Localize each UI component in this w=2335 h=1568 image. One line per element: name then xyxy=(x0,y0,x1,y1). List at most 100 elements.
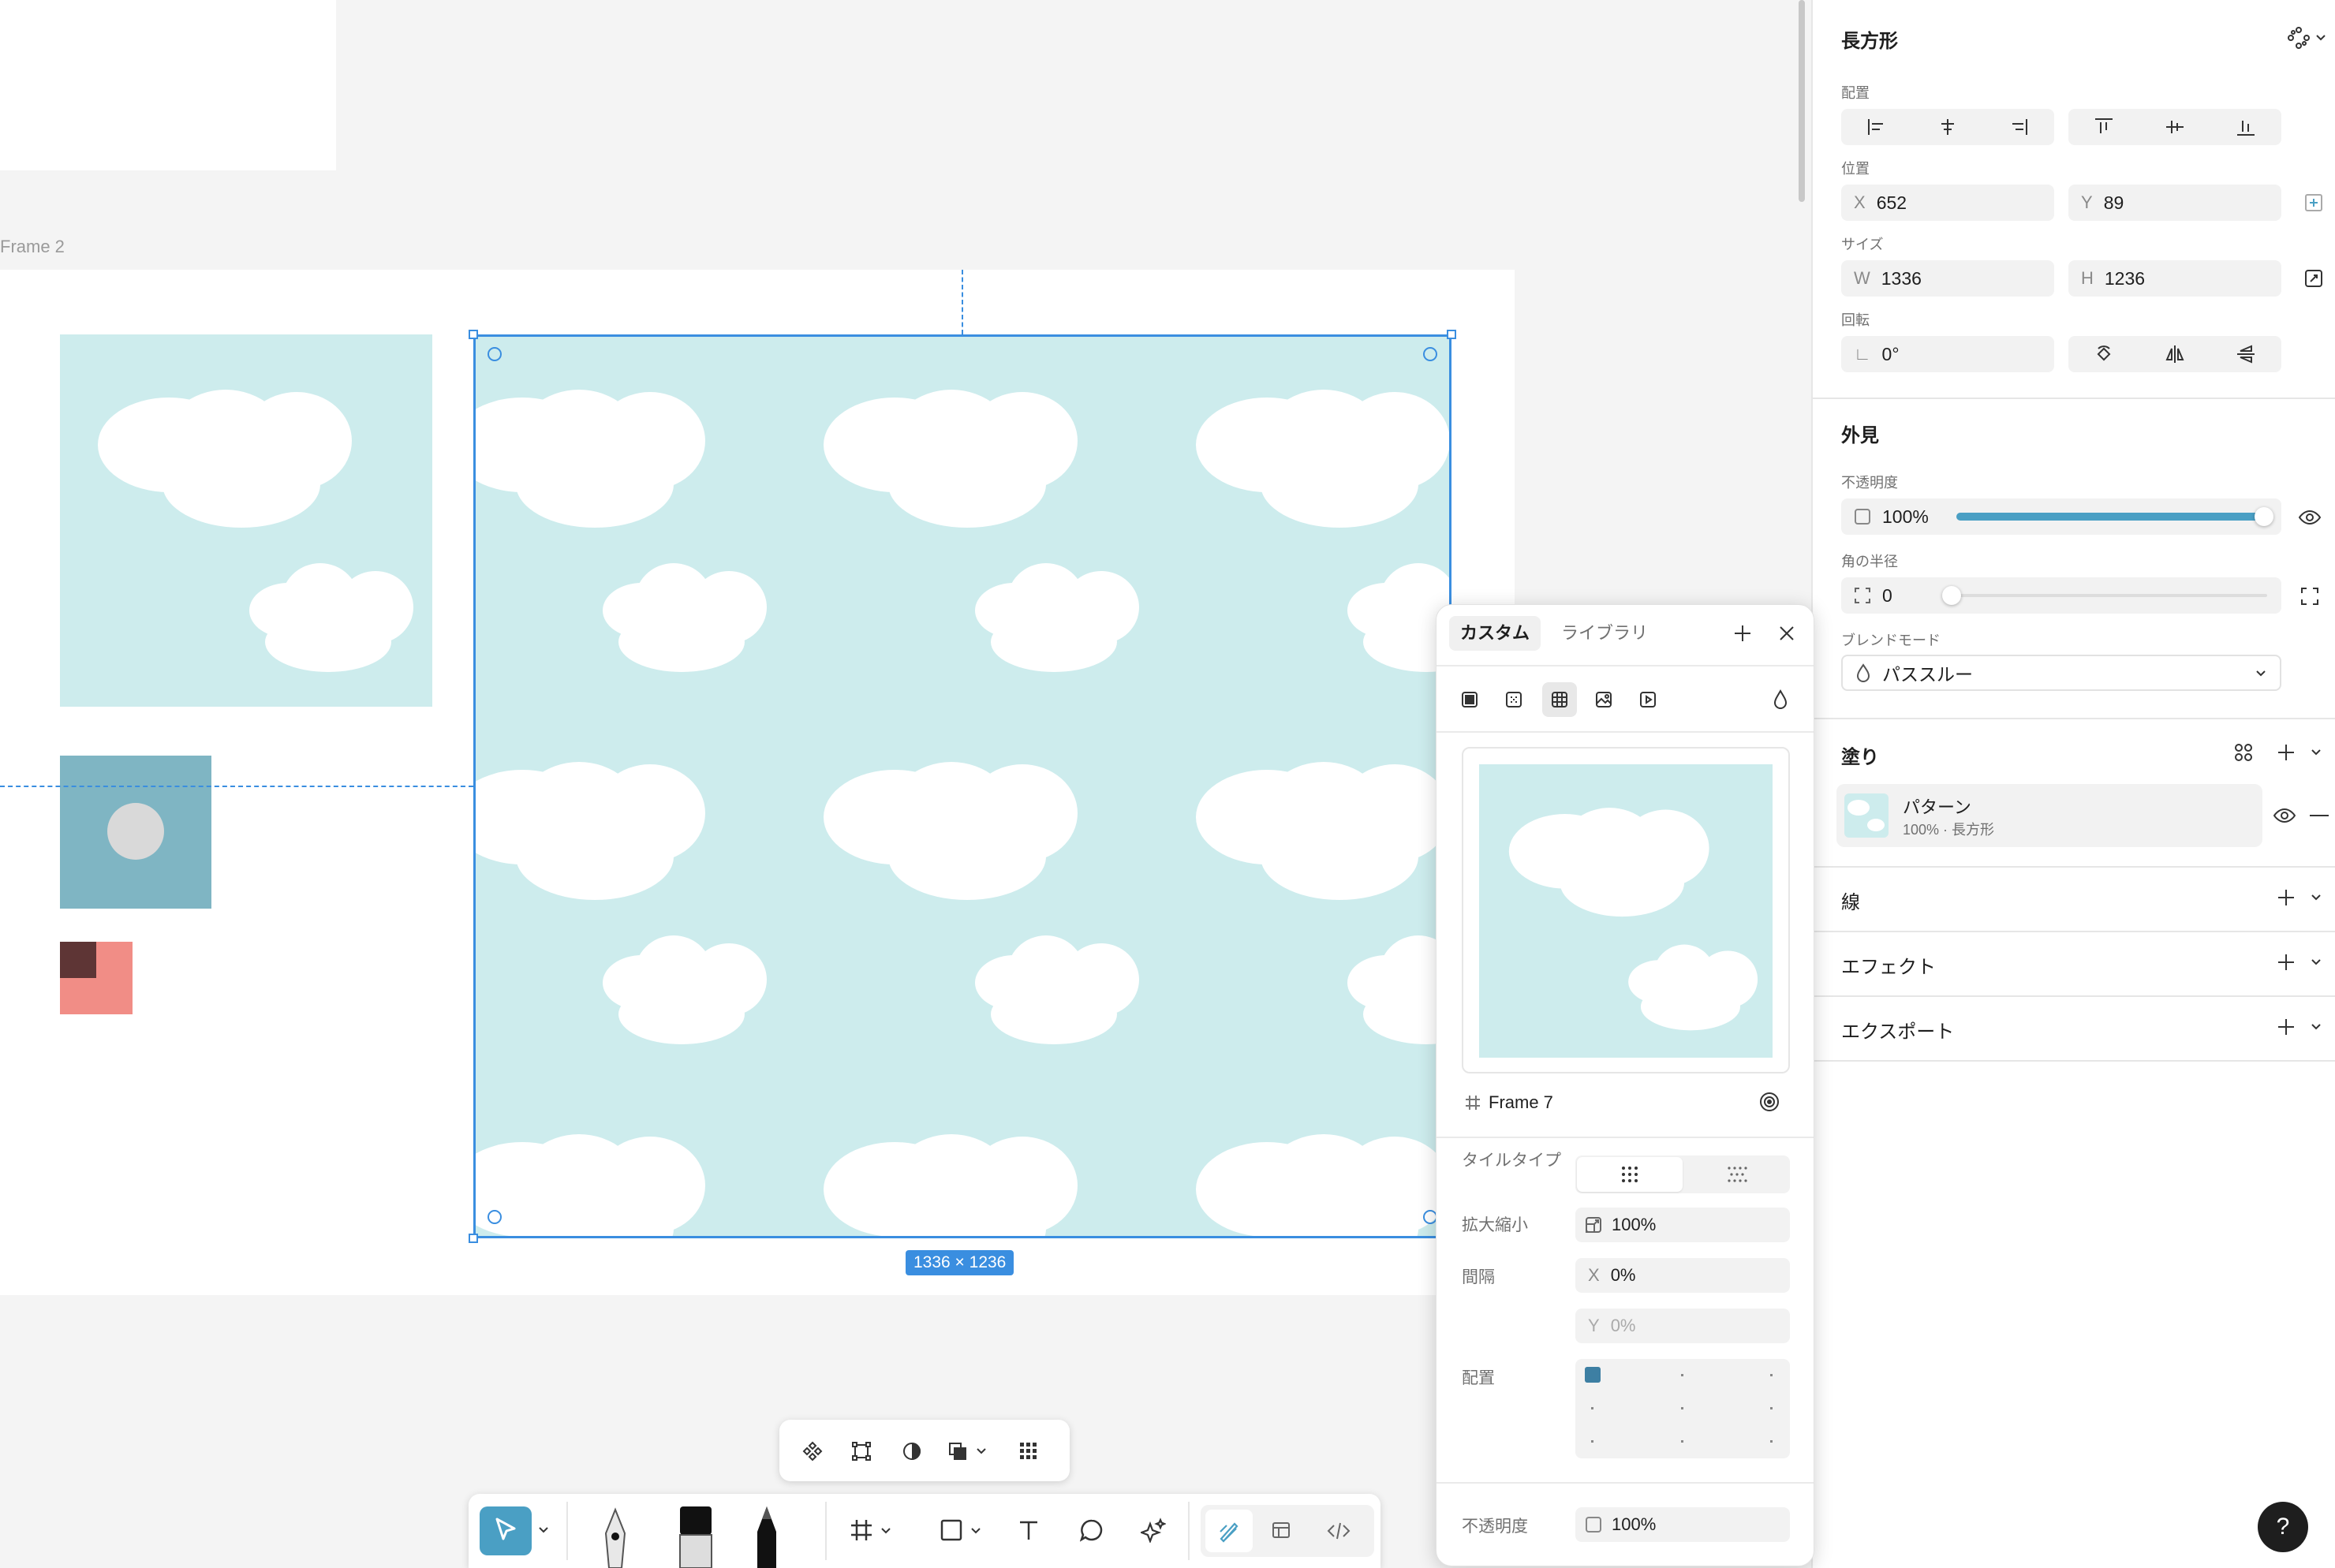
tab-library[interactable]: ライブラリ xyxy=(1561,616,1648,651)
image-fill-icon[interactable] xyxy=(1588,684,1620,715)
independent-corners-icon[interactable] xyxy=(2296,582,2324,610)
ai-sparkle-icon[interactable] xyxy=(1138,1514,1169,1546)
radius-slider-knob[interactable] xyxy=(1942,586,1961,605)
align-middle-right-cell[interactable] xyxy=(1770,1407,1773,1409)
add-export-icon[interactable] xyxy=(2272,1013,2300,1041)
draw-mode-icon[interactable] xyxy=(1205,1510,1253,1552)
align-top-right-cell[interactable] xyxy=(1770,1374,1773,1376)
align-right-icon[interactable] xyxy=(1983,109,2054,145)
chevron-down-icon[interactable] xyxy=(877,1522,895,1540)
add-fill-icon[interactable] xyxy=(2272,738,2300,767)
corner-radius-handle-bl[interactable] xyxy=(488,1210,502,1224)
mask-icon[interactable] xyxy=(896,1435,928,1467)
corner-radius-handle-tl[interactable] xyxy=(488,347,502,361)
comment-tool-icon[interactable] xyxy=(1076,1514,1108,1546)
chevron-down-icon[interactable] xyxy=(2308,890,2324,905)
chevron-down-icon[interactable] xyxy=(2313,30,2329,46)
opacity-control[interactable]: 100% xyxy=(1841,498,2281,535)
align-bottom-center-cell[interactable] xyxy=(1681,1440,1683,1443)
spacing-y-field[interactable]: Y 0% xyxy=(1575,1309,1790,1343)
frame-label[interactable]: Frame 2 xyxy=(0,237,65,257)
resize-handle-bl[interactable] xyxy=(469,1234,478,1243)
resize-mode-icon[interactable] xyxy=(2300,265,2327,292)
align-center-cell[interactable] xyxy=(1681,1407,1683,1409)
pen-tool-icon[interactable] xyxy=(598,1505,633,1568)
rectangle-tool-icon[interactable] xyxy=(936,1514,967,1546)
target-icon[interactable] xyxy=(1754,1086,1785,1118)
chevron-down-icon[interactable] xyxy=(972,1439,991,1464)
spacing-x-field[interactable]: X 0% xyxy=(1575,1258,1790,1293)
source-frame-name[interactable]: Frame 7 xyxy=(1489,1092,1553,1113)
tab-custom[interactable]: カスタム xyxy=(1449,616,1541,651)
align-bottom-left-cell[interactable] xyxy=(1591,1440,1593,1443)
chevron-down-icon[interactable] xyxy=(2308,745,2324,760)
x-position-field[interactable]: X 652 xyxy=(1841,185,2054,221)
dev-mode-icon[interactable] xyxy=(1321,1513,1357,1549)
remove-fill-icon[interactable] xyxy=(2305,801,2333,830)
pattern-fill-icon[interactable] xyxy=(1542,682,1577,717)
tile-grid-icon[interactable] xyxy=(1577,1157,1683,1192)
fill-item-pattern[interactable]: パターン 100% · 長方形 xyxy=(1836,784,2262,847)
chevron-down-icon[interactable] xyxy=(2308,954,2324,970)
radius-slider-track[interactable] xyxy=(1942,586,2267,605)
height-field[interactable]: H 1236 xyxy=(2068,260,2281,297)
rotate-90-icon[interactable] xyxy=(2068,336,2139,372)
flip-horizontal-icon[interactable] xyxy=(2139,336,2210,372)
scale-field[interactable]: 100% xyxy=(1575,1208,1790,1242)
styles-icon[interactable] xyxy=(2229,738,2258,767)
boolean-icon[interactable] xyxy=(942,1435,973,1467)
align-bottom-right-cell[interactable] xyxy=(1770,1440,1773,1443)
component-icon[interactable] xyxy=(797,1435,828,1467)
pattern-preview-box[interactable] xyxy=(1462,747,1790,1073)
add-effect-icon[interactable] xyxy=(2272,948,2300,976)
component-menu-icon[interactable] xyxy=(2285,24,2313,52)
selected-rectangle[interactable] xyxy=(473,334,1451,1238)
dark-square[interactable] xyxy=(60,942,96,978)
frame-selection-icon[interactable] xyxy=(846,1435,877,1467)
align-top-icon[interactable] xyxy=(2068,109,2139,145)
constraints-icon[interactable] xyxy=(2300,189,2327,216)
flip-vertical-icon[interactable] xyxy=(2210,336,2281,372)
tile-offset-icon[interactable] xyxy=(1684,1157,1790,1192)
drop-icon[interactable] xyxy=(1765,684,1796,715)
chevron-down-icon[interactable] xyxy=(967,1522,984,1540)
radius-control[interactable]: 0 xyxy=(1841,577,2281,614)
slides-mode-icon[interactable] xyxy=(1264,1513,1300,1549)
align-bottom-icon[interactable] xyxy=(2210,109,2281,145)
popup-opacity-field[interactable]: 100% xyxy=(1575,1507,1790,1542)
help-button[interactable]: ? xyxy=(2258,1502,2308,1552)
add-stroke-icon[interactable] xyxy=(2272,883,2300,912)
align-middle-left-cell[interactable] xyxy=(1591,1407,1593,1409)
rotation-field[interactable]: ∟ 0° xyxy=(1841,336,2054,372)
grid-layout-icon[interactable] xyxy=(1013,1435,1044,1467)
video-fill-icon[interactable] xyxy=(1632,684,1664,715)
move-tool-button[interactable] xyxy=(480,1506,532,1555)
solid-fill-icon[interactable] xyxy=(1454,684,1485,715)
opacity-slider-knob[interactable] xyxy=(2255,507,2273,526)
export-title[interactable]: エクスポート xyxy=(1841,1016,1954,1043)
add-icon[interactable] xyxy=(1727,618,1758,649)
align-left-icon[interactable] xyxy=(1841,109,1912,145)
gray-circle[interactable] xyxy=(107,803,164,860)
corner-radius-handle-tr[interactable] xyxy=(1423,347,1437,361)
align-center-h-icon[interactable] xyxy=(1912,109,1983,145)
y-position-field[interactable]: Y 89 xyxy=(2068,185,2281,221)
text-tool-icon[interactable] xyxy=(1013,1514,1044,1546)
gradient-fill-icon[interactable] xyxy=(1498,684,1530,715)
cloud-tile[interactable] xyxy=(60,334,432,707)
pencil-tool-icon[interactable] xyxy=(749,1503,784,1568)
resize-handle-tl[interactable] xyxy=(469,330,478,339)
opacity-slider-track[interactable] xyxy=(1956,507,2273,526)
resize-handle-tr[interactable] xyxy=(1447,330,1456,339)
frame-tool-icon[interactable] xyxy=(846,1514,877,1546)
brush-tool-icon[interactable] xyxy=(674,1503,718,1568)
teal-square[interactable] xyxy=(60,756,211,909)
chevron-down-icon[interactable] xyxy=(535,1521,552,1540)
stroke-title[interactable]: 線 xyxy=(1841,887,1860,914)
align-top-center-cell[interactable] xyxy=(1681,1374,1683,1376)
chevron-down-icon[interactable] xyxy=(2308,1019,2324,1035)
align-top-left-cell[interactable] xyxy=(1585,1367,1601,1383)
blend-mode-select[interactable]: パススルー xyxy=(1841,655,2281,691)
align-center-v-icon[interactable] xyxy=(2139,109,2210,145)
eye-icon[interactable] xyxy=(2296,503,2324,532)
